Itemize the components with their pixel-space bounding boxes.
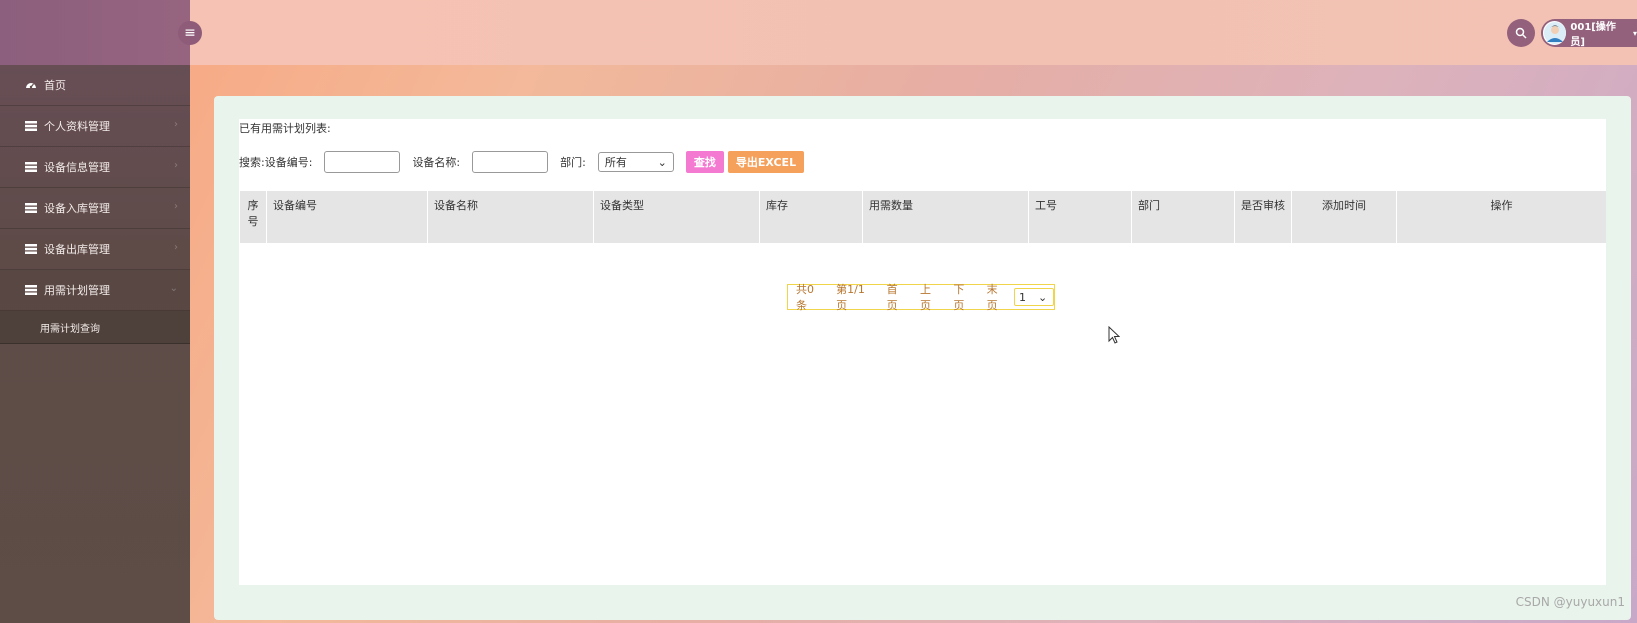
page-select-value: 1: [1019, 290, 1027, 304]
chevron-down-icon: ⌄: [657, 155, 667, 169]
list-panel: [239, 119, 1606, 585]
col-header: 工号: [1028, 191, 1132, 243]
dept-select-value: 所有: [604, 156, 627, 169]
dashboard-icon: [24, 78, 38, 92]
sidebar-item-device-info[interactable]: 设备信息管理 ›: [0, 147, 190, 188]
device-code-label: 设备编号:: [264, 156, 313, 169]
page-title: 已有用需计划列表:: [239, 122, 331, 135]
sidebar-item-label: 设备信息管理: [44, 161, 110, 174]
chevron-right-icon: ›: [174, 201, 178, 212]
mouse-cursor-icon: [1108, 325, 1121, 347]
list-icon: [24, 119, 38, 133]
chevron-right-icon: ›: [174, 242, 178, 253]
user-menu[interactable]: 001[操作员] ▾: [1541, 19, 1637, 48]
sidebar: ≡ 首页 个人资料管理 › 设备信息管理 › 设备入库管理 › 设备出库管理 ›…: [0, 0, 202, 623]
sidebar-subitem-label: 用需计划查询: [40, 323, 100, 335]
col-header: 设备类型: [593, 191, 760, 243]
top-header: 001[操作员] ▾: [190, 0, 1637, 65]
pager-prev-link[interactable]: 上页: [920, 281, 941, 313]
sidebar-item-label: 设备出库管理: [44, 243, 110, 256]
col-header: 库存: [759, 191, 863, 243]
sidebar-item-label: 个人资料管理: [44, 120, 110, 133]
sidebar-item-home[interactable]: 首页: [0, 65, 190, 106]
page-select[interactable]: 1 ⌄: [1014, 288, 1055, 306]
sidebar-item-label: 用需计划管理: [44, 284, 110, 297]
sidebar-item-label: 首页: [44, 79, 66, 92]
col-header: 用需数量: [862, 191, 1029, 243]
pagination: 共0条 第1/1页 首页 上页 下页 末页 1 ⌄: [787, 281, 1055, 313]
export-excel-button[interactable]: 导出EXCEL: [727, 151, 805, 173]
pager-first-link[interactable]: 首页: [887, 281, 908, 313]
caret-down-icon: ▾: [1632, 28, 1637, 38]
search-bar: 搜索: 设备编号: 设备名称: 部门: 所有 ⌄ 查找 导出EXCEL: [239, 150, 808, 174]
col-header: 操作: [1396, 191, 1606, 243]
col-header: 设备编号: [266, 191, 428, 243]
device-name-label: 设备名称:: [412, 156, 461, 169]
demand-plan-table: 序号 设备编号 设备名称 设备类型 库存 用需数量 工号 部门 是否审核 添加时…: [239, 191, 1606, 243]
list-icon: [24, 242, 38, 256]
pager-last-link[interactable]: 末页: [987, 281, 1008, 313]
sidebar-item-stock-in[interactable]: 设备入库管理 ›: [0, 188, 190, 229]
app-root: ≡ 首页 个人资料管理 › 设备信息管理 › 设备入库管理 › 设备出库管理 ›…: [0, 0, 1637, 623]
device-code-input[interactable]: [324, 151, 401, 173]
chevron-down-icon: ⌄: [1038, 290, 1048, 304]
watermark: CSDN @yuyuxun1: [1515, 595, 1625, 609]
search-icon[interactable]: [1507, 19, 1535, 47]
sidebar-logo-area: ≡: [0, 0, 202, 65]
col-header: 设备名称: [427, 191, 594, 243]
device-name-input[interactable]: [472, 151, 549, 173]
col-header: 是否审核: [1234, 191, 1292, 243]
col-header: 序号: [239, 191, 267, 243]
dept-select[interactable]: 所有 ⌄: [597, 152, 674, 172]
col-header: 部门: [1131, 191, 1235, 243]
list-icon: [24, 283, 38, 297]
sidebar-item-label: 设备入库管理: [44, 202, 110, 215]
sidebar-item-demand-plan[interactable]: 用需计划管理 ⌄: [0, 270, 190, 311]
sidebar-subitem-demand-query[interactable]: 用需计划查询: [0, 311, 190, 344]
chevron-down-icon: ⌄: [169, 283, 178, 294]
menu-toggle-icon[interactable]: ≡: [178, 21, 202, 45]
list-icon: [24, 160, 38, 174]
list-icon: [24, 201, 38, 215]
sidebar-item-profile[interactable]: 个人资料管理 ›: [0, 106, 190, 147]
chevron-right-icon: ›: [174, 160, 178, 171]
find-button[interactable]: 查找: [685, 151, 724, 173]
pager-next-link[interactable]: 下页: [953, 281, 974, 313]
user-label: 001[操作员]: [1570, 22, 1616, 48]
avatar: [1543, 21, 1567, 45]
sidebar-item-stock-out[interactable]: 设备出库管理 ›: [0, 229, 190, 270]
pager-page: 第1/1页: [836, 283, 865, 312]
chevron-right-icon: ›: [174, 119, 178, 130]
col-header: 添加时间: [1291, 191, 1397, 243]
dept-label: 部门:: [560, 156, 586, 169]
search-label: 搜索:: [239, 156, 265, 169]
pager-total: 共0条: [796, 283, 814, 312]
table-header-row: 序号 设备编号 设备名称 设备类型 库存 用需数量 工号 部门 是否审核 添加时…: [239, 191, 1606, 243]
